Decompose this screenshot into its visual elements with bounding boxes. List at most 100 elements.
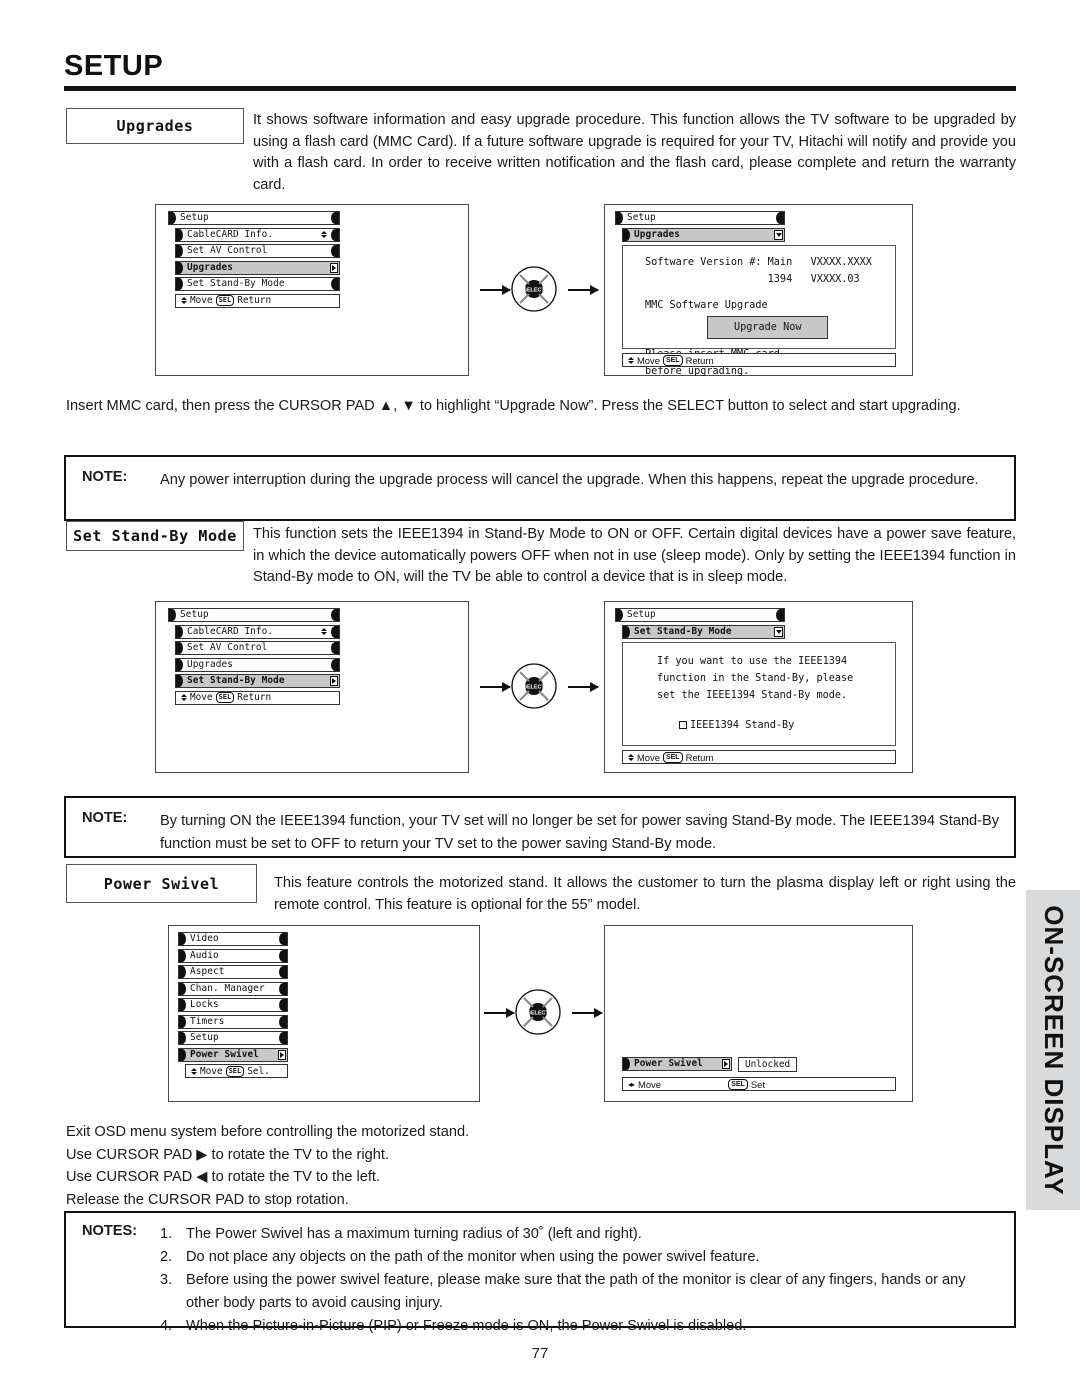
osd-item-label: Upgrades — [187, 658, 233, 670]
row-endcap-icon — [331, 245, 339, 257]
select-pad-label: SELECT — [523, 288, 545, 294]
footer-move-label: Move — [200, 1065, 223, 1077]
osd-item-label: CableCARD Info. — [187, 625, 274, 637]
standby-line-3: set the IEEE1394 Stand-By mode. — [657, 690, 848, 701]
instruction-line: Use CURSOR PAD ▶ to rotate the TV to the… — [66, 1146, 389, 1163]
osd-item-set-av-control[interactable]: Set AV Control — [175, 641, 340, 655]
osd-subtitle-label: Upgrades — [634, 228, 680, 240]
instruction-line: Exit OSD menu system before controlling … — [66, 1124, 470, 1140]
software-version-main: Software Version #: Main VXXXX.XXXX — [645, 257, 872, 268]
osd-footer-hint: Move SEL Sel. — [185, 1064, 288, 1078]
mmc-upgrade-label: MMC Software Upgrade — [645, 300, 768, 311]
osd-item-video[interactable]: Video — [178, 932, 288, 946]
sel-key-badge: SEL — [215, 295, 235, 306]
standby-line-2: function in the Stand-By, please — [657, 673, 854, 684]
osd-item-power-swivel[interactable]: Power Swivel — [178, 1047, 288, 1062]
figure-power-swivel-screen: Power Swivel Unlocked ◂▸ Move SEL Set — [604, 925, 913, 1102]
row-endcap-icon — [331, 228, 339, 241]
osd-item-chan-manager[interactable]: Chan. Manager — [178, 981, 288, 996]
side-tab-label: ON-SCREEN DISPLAY — [1038, 904, 1069, 1196]
osd-setup-menu-upgrades: Setup CableCARD Info. Set AV Control Upg… — [168, 211, 340, 308]
osd-item-aspect[interactable]: Aspect — [178, 965, 288, 979]
sel-key-badge: SEL — [225, 1065, 245, 1077]
osd-item-label: Timers — [190, 1015, 225, 1027]
osd-footer-hint: Move SEL Return — [622, 750, 896, 764]
row-endcap-icon — [331, 642, 339, 654]
osd-item-set-stand-by-mode[interactable]: Set Stand-By Mode — [175, 674, 340, 688]
osd-item-label: CableCARD Info. — [187, 228, 274, 240]
section-label-standby: Set Stand-By Mode — [66, 521, 244, 551]
osd-item-audio[interactable]: Audio — [178, 948, 288, 963]
osd-item-label: Power Swivel — [634, 1058, 703, 1070]
figure-upgrades-screen: Setup Upgrades Software Version #: Main … — [604, 204, 913, 377]
osd-item-label: Setup — [190, 1032, 219, 1044]
chevron-right-icon — [330, 676, 338, 686]
chevron-down-icon — [774, 626, 783, 637]
osd-item-label: Aspect — [190, 966, 225, 978]
note-keyword: NOTE: — [82, 810, 128, 826]
footer-move-label: Move — [637, 354, 660, 366]
side-tab-on-screen-display: ON-SCREEN DISPLAY — [1026, 890, 1080, 1210]
osd-item-label: Locks — [190, 999, 219, 1011]
section-label-standby-text: Set Stand-By Mode — [73, 527, 237, 545]
osd-item-label: Upgrades — [187, 261, 233, 273]
footer-move-label: Move — [638, 1078, 661, 1090]
note-item: 3. Before using the power swivel feature… — [160, 1269, 1000, 1315]
standby-description: This function sets the IEEE1394 in Stand… — [253, 526, 1016, 585]
row-endcap-icon — [331, 625, 339, 638]
section-label-power-swivel: Power Swivel — [66, 864, 257, 903]
osd-item-upgrades[interactable]: Upgrades — [175, 260, 340, 275]
osd-title-label: Setup — [627, 212, 656, 224]
osd-subtitle-label: Set Stand-By Mode — [634, 625, 732, 637]
osd-item-set-stand-by-mode[interactable]: Set Stand-By Mode — [175, 277, 340, 291]
row-endcap-icon — [331, 609, 339, 621]
updown-icon — [181, 694, 187, 701]
standby-line-1: If you want to use the IEEE1394 — [657, 656, 848, 667]
osd-item-label: Set AV Control — [187, 642, 268, 654]
row-endcap-icon — [279, 1015, 287, 1028]
osd-item-setup[interactable]: Setup — [178, 1031, 288, 1045]
note-item: 1. The Power Swivel has a maximum turnin… — [160, 1223, 1000, 1246]
page-header: SETUP — [64, 52, 1016, 91]
footer-action-label: Set — [750, 1078, 765, 1090]
osd-item-set-av-control[interactable]: Set AV Control — [175, 244, 340, 258]
ieee1394-standby-checkbox[interactable] — [679, 721, 687, 729]
osd-item-label: Video — [190, 933, 219, 945]
instruction-line: Release the CURSOR PAD to stop rotation. — [66, 1191, 349, 1208]
note-item-number: 4. — [160, 1318, 173, 1334]
osd-item-upgrades[interactable]: Upgrades — [175, 657, 340, 672]
standby-info-panel: If you want to use the IEEE1394 function… — [622, 642, 896, 746]
row-endcap-icon — [279, 982, 287, 995]
chevron-down-icon — [774, 229, 783, 240]
osd-item-cablecard-info[interactable]: CableCARD Info. — [175, 624, 340, 639]
osd-item-label: Set Stand-By Mode — [187, 675, 285, 687]
note-item-text: Do not place any objects on the path of … — [186, 1249, 760, 1265]
osd-title-label: Setup — [180, 212, 209, 224]
footer-move-label: Move — [190, 295, 213, 306]
arrow-right-icon — [572, 1008, 603, 1018]
note-box-standby: NOTE: By turning ON the IEEE1394 functio… — [64, 796, 1016, 858]
notes-box-power-swivel: NOTES: 1. The Power Swivel has a maximum… — [64, 1211, 1016, 1334]
footer-action-label: Return — [685, 751, 714, 763]
page-title: SETUP — [64, 50, 164, 82]
osd-item-locks[interactable]: Locks — [178, 998, 288, 1012]
page-number: 77 — [531, 1345, 549, 1362]
updown-icon — [191, 1067, 197, 1075]
row-endcap-icon — [331, 212, 339, 224]
osd-power-swivel-row: Power Swivel — [622, 1057, 732, 1074]
osd-item-label: Set Stand-By Mode — [187, 278, 285, 290]
osd-item-cablecard-info[interactable]: CableCARD Info. — [175, 227, 340, 242]
figure-setup-menu-standby: Setup CableCARD Info. Set AV Control Upg… — [155, 601, 469, 773]
osd-title-row: Setup — [615, 608, 785, 622]
upgrade-now-button[interactable]: Upgrade Now — [707, 316, 829, 339]
manual-page: SETUP Upgrades It shows software informa… — [0, 0, 1080, 1397]
osd-title-row: Setup — [168, 608, 340, 622]
osd-item-power-swivel[interactable]: Power Swivel — [622, 1057, 732, 1071]
osd-item-timers[interactable]: Timers — [178, 1014, 288, 1029]
leftright-icon: ◂▸ — [628, 1079, 635, 1089]
note-item-text: The Power Swivel has a maximum turning r… — [186, 1226, 642, 1242]
osd-standby-header: Setup Set Stand-By Mode — [615, 608, 785, 641]
arrow-left-icon — [480, 682, 511, 692]
osd-title-label: Setup — [180, 609, 209, 621]
upgrades-instruction: Insert MMC card, then press the CURSOR P… — [66, 398, 961, 414]
